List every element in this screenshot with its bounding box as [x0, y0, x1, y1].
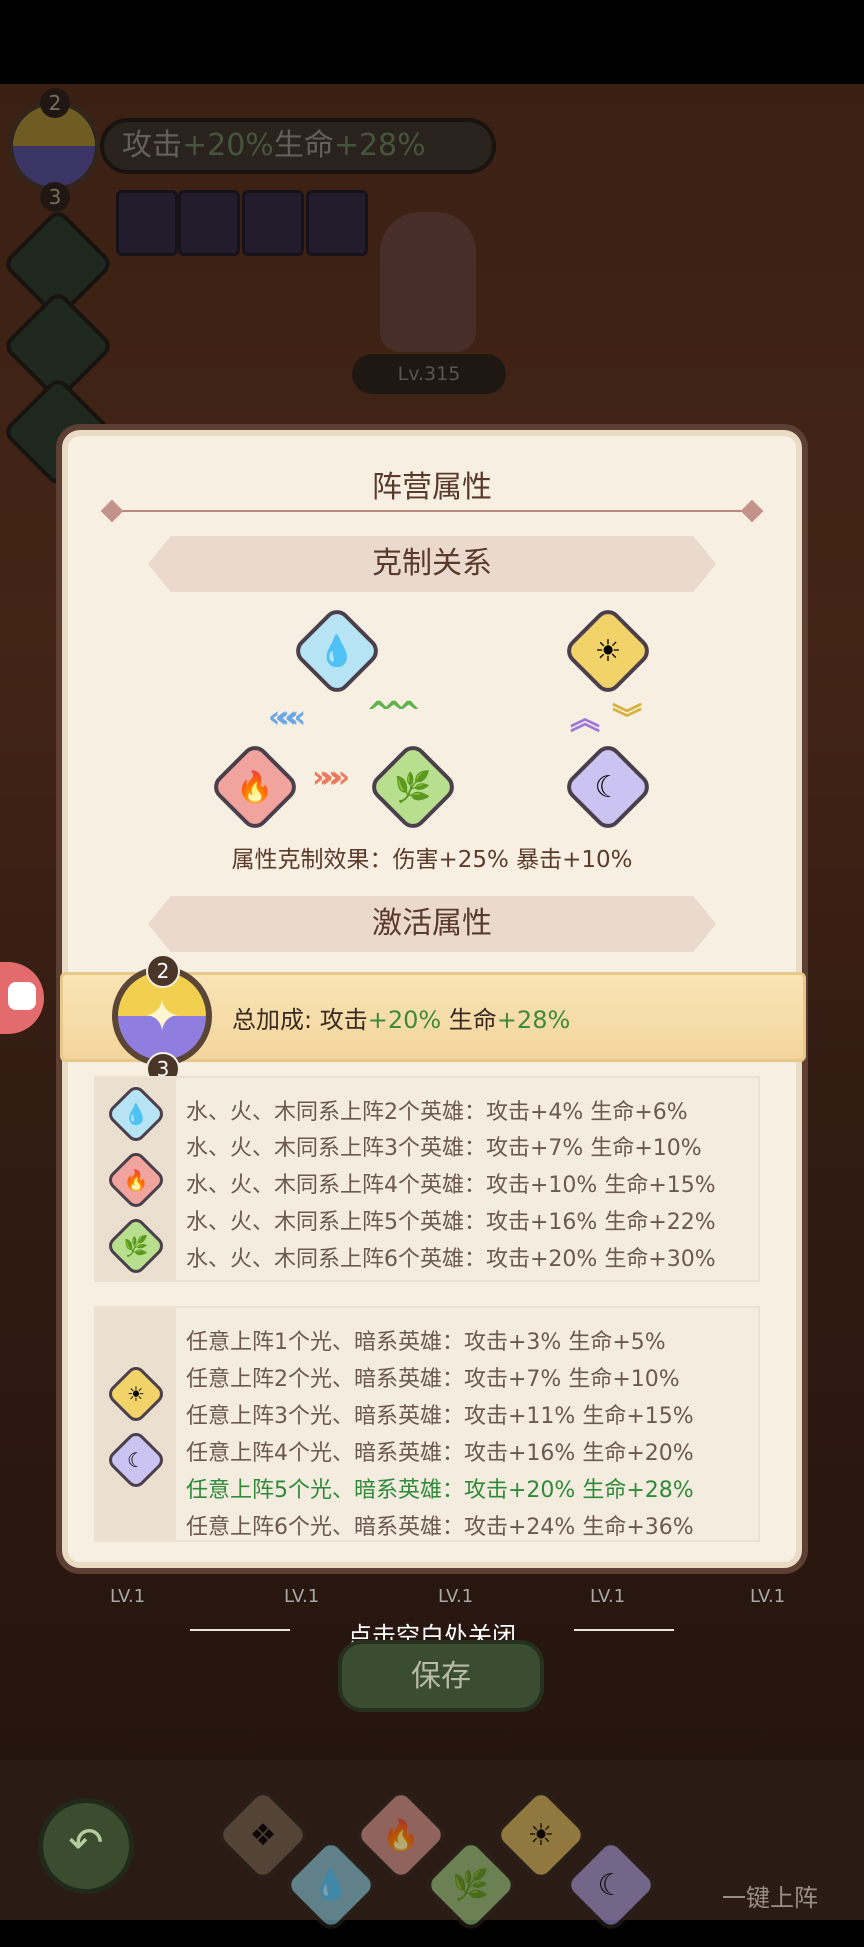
counter-arrow-water-fire: «««	[268, 700, 306, 735]
counter-effect-text: 属性克制效果：伤害+25% 暴击+10%	[231, 847, 633, 873]
grid-icon: ❖	[249, 1817, 277, 1853]
activate-section-header: 激活属性	[148, 896, 716, 952]
bonus-tier-row: 任意上阵4个光、暗系英雄：攻击+16% 生命+20%	[186, 1441, 694, 1466]
total-atk-value: +20%	[367, 1006, 442, 1034]
total-hp-value: +28%	[496, 1006, 571, 1034]
bonus-tier-row: 任意上阵2个光、暗系英雄：攻击+7% 生命+10%	[186, 1367, 680, 1392]
sun-icon: ☀	[594, 633, 622, 669]
bonus-tier-row: 水、火、木同系上阵3个英雄：攻击+7% 生命+10%	[186, 1136, 702, 1161]
counter-arrow-fire-wood: »»»	[312, 760, 350, 795]
counter-arrow-dark-light: ︽	[570, 702, 600, 737]
water-drop-icon: 💧	[312, 1867, 350, 1903]
save-button[interactable]: 保存	[338, 1640, 544, 1712]
title-divider	[120, 510, 744, 512]
sun-icon: ☀	[127, 1382, 145, 1406]
moon-icon: ☾	[127, 1448, 145, 1472]
sun-icon: ☀	[527, 1817, 555, 1853]
emblem-top-count: 2	[146, 954, 180, 988]
leaf-icon: 🌿	[123, 1234, 149, 1258]
total-hp-label: 生命	[441, 1006, 497, 1034]
bonus-tier-row-active: 任意上阵5个光、暗系英雄：攻击+20% 生命+28%	[186, 1478, 694, 1503]
total-bonus-text: 总加成: 攻击+20% 生命+28%	[232, 1000, 570, 1035]
leaf-icon: 🌿	[394, 769, 432, 805]
moon-icon: ☾	[597, 1867, 625, 1903]
flame-icon: 🔥	[236, 769, 274, 805]
total-bonus-label: 总加成: 攻击	[232, 1006, 368, 1034]
counter-section-header: 克制关系	[148, 536, 716, 592]
back-arrow-icon[interactable]: ↶	[38, 1798, 134, 1894]
water-drop-icon: 💧	[318, 633, 356, 669]
leaf-icon: 🌿	[452, 1867, 490, 1903]
bonus-tier-row: 任意上阵3个光、暗系英雄：攻击+11% 生命+15%	[186, 1404, 694, 1429]
bonus-tier-row: 任意上阵6个光、暗系英雄：攻击+24% 生命+36%	[186, 1515, 694, 1540]
bonus-tier-row: 任意上阵1个光、暗系英雄：攻击+3% 生命+5%	[186, 1330, 666, 1355]
controller-icon	[8, 982, 36, 1010]
counter-arrow-wood-water: ^^^	[366, 696, 422, 731]
water-drop-icon: 💧	[123, 1102, 149, 1126]
moon-icon: ☾	[594, 769, 622, 805]
flame-icon: 🔥	[123, 1168, 149, 1192]
panel-title: 阵营属性	[372, 470, 492, 505]
one-key-deploy-button[interactable]: 一键上阵	[722, 1878, 818, 1913]
status-bar	[0, 0, 864, 84]
flame-icon: 🔥	[382, 1817, 420, 1853]
bonus-tier-row: 水、火、木同系上阵2个英雄：攻击+4% 生命+6%	[186, 1100, 688, 1125]
counter-arrow-light-dark: ︾	[612, 702, 642, 737]
bonus-tier-row: 水、火、木同系上阵5个英雄：攻击+16% 生命+22%	[186, 1210, 716, 1235]
bonus-tier-row: 水、火、木同系上阵4个英雄：攻击+10% 生命+15%	[186, 1173, 716, 1198]
bonus-tier-row: 水、火、木同系上阵6个英雄：攻击+20% 生命+30%	[186, 1247, 716, 1272]
list-icon-column	[96, 1308, 176, 1540]
